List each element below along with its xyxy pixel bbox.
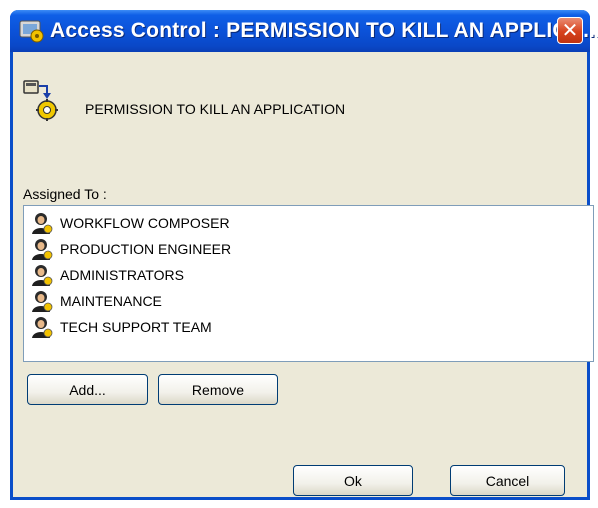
permission-gear-icon [23, 80, 58, 121]
access-control-dialog: Access Control : PERMISSION TO KILL AN A… [10, 10, 598, 500]
close-icon[interactable]: ✕ [562, 21, 579, 41]
list-item[interactable]: ADMINISTRATORS [24, 262, 593, 288]
user-group-icon [32, 213, 53, 234]
cancel-button[interactable]: Cancel [450, 465, 565, 496]
list-item-label: PRODUCTION ENGINEER [60, 241, 232, 257]
list-item-label: WORKFLOW COMPOSER [60, 215, 230, 231]
assigned-to-list[interactable]: WORKFLOW COMPOSER PRODUCTION ENGINEER AD… [23, 205, 594, 362]
list-item-label: ADMINISTRATORS [60, 267, 184, 283]
title-bar[interactable]: Access Control : PERMISSION TO KILL AN A… [10, 10, 598, 52]
list-item-label: MAINTENANCE [60, 293, 162, 309]
list-item[interactable]: TECH SUPPORT TEAM [24, 314, 593, 340]
list-item[interactable]: MAINTENANCE [24, 288, 593, 314]
user-group-icon [32, 265, 53, 286]
remove-button[interactable]: Remove [158, 374, 278, 405]
user-group-icon [32, 317, 53, 338]
close-button[interactable]: ✕ [557, 17, 583, 44]
user-group-icon [32, 239, 53, 260]
list-item[interactable]: WORKFLOW COMPOSER [24, 210, 593, 236]
assigned-to-label: Assigned To : [23, 186, 107, 202]
access-control-app-icon [19, 20, 44, 43]
add-button[interactable]: Add... [27, 374, 148, 405]
list-item[interactable]: PRODUCTION ENGINEER [24, 236, 593, 262]
window-title: Access Control : PERMISSION TO KILL AN A… [50, 19, 598, 42]
ok-button[interactable]: Ok [293, 465, 413, 496]
list-item-label: TECH SUPPORT TEAM [60, 319, 212, 335]
permission-name: PERMISSION TO KILL AN APPLICATION [85, 101, 346, 117]
user-group-icon [32, 291, 53, 312]
